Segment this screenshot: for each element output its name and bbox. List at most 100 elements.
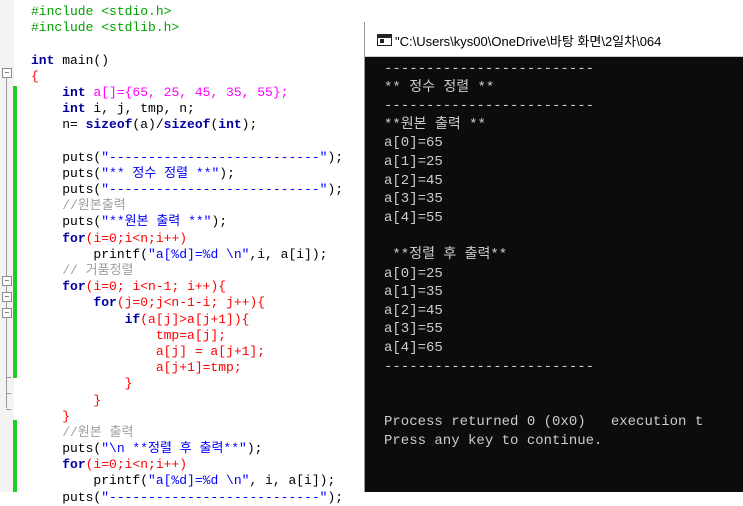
code-token: "a[%d]=%d \n": [148, 246, 250, 262]
console-line: -------------------------: [384, 98, 595, 115]
code-token: (j=0;j<n-1-i; j++){: [116, 295, 266, 311]
console-line: **원본 출력 **: [384, 116, 486, 133]
code-token: //원본 출력: [31, 424, 134, 440]
modified-lines-marker: [13, 86, 17, 378]
code-token: main(): [54, 52, 110, 68]
console-line: -------------------------: [384, 358, 595, 375]
console-line: a[2]=45: [384, 172, 443, 189]
code-line: //원본 출력: [31, 425, 343, 441]
console-app-icon: [377, 34, 392, 46]
console-line: **정렬 후 출력**: [384, 246, 508, 263]
code-token: //원본출력: [31, 198, 126, 214]
code-token: );: [241, 117, 258, 133]
code-line: puts("---------------------------");: [31, 182, 343, 198]
code-line: }: [31, 393, 343, 409]
console-titlebar[interactable]: "C:\Users\kys00\OneDrive\바탕 화면\2일차\064: [365, 22, 743, 57]
fold-collapse-icon[interactable]: −: [2, 276, 12, 286]
code-line: #include <stdlib.h>: [31, 20, 343, 36]
code-token: sizeof: [163, 117, 211, 133]
code-token: );: [327, 149, 344, 165]
code-token: }: [31, 376, 133, 392]
code-line: n= sizeof(a)/sizeof(int);: [31, 117, 343, 133]
console-line: ** 정수 정렬 **: [384, 79, 495, 96]
code-token: tmp=a[j];: [31, 327, 227, 343]
code-token: (a)/: [132, 117, 164, 133]
code-line: for(i=0; i<n-1; i++){: [31, 279, 343, 295]
code-token: "a[%d]=%d \n": [148, 473, 250, 489]
code-token: }: [31, 392, 102, 408]
code-line: printf("a[%d]=%d \n", i, a[i]);: [31, 473, 343, 489]
code-line: tmp=a[j];: [31, 328, 343, 344]
code-token: "\n **정렬 후 출력**": [101, 441, 247, 457]
fold-guide-line: [6, 78, 7, 408]
code-line: {: [31, 69, 343, 85]
code-token: n=: [31, 117, 86, 133]
console-line: a[3]=35: [384, 191, 443, 208]
code-token: "---------------------------": [101, 182, 328, 198]
console-window[interactable]: "C:\Users\kys00\OneDrive\바탕 화면\2일차\064 -…: [364, 22, 743, 492]
console-line: a[4]=55: [384, 209, 443, 226]
code-line: }: [31, 409, 343, 425]
code-line: int a[]={65, 25, 45, 35, 55};: [31, 85, 343, 101]
code-line: puts("** 정수 정렬 **");: [31, 166, 343, 182]
code-line: a[j+1]=tmp;: [31, 360, 343, 376]
code-token: int: [62, 101, 86, 117]
code-token: );: [211, 214, 228, 230]
code-token: {: [31, 68, 39, 84]
fold-end-tick: [6, 377, 11, 378]
console-line: -------------------------: [384, 61, 595, 77]
modified-lines-marker: [13, 420, 17, 492]
console-line: a[1]=35: [384, 284, 443, 301]
fold-collapse-icon[interactable]: −: [2, 292, 12, 302]
code-token: // 거품정렬: [31, 263, 134, 278]
console-line: a[2]=45: [384, 302, 443, 319]
console-line: Press any key to continue.: [384, 432, 603, 449]
code-line: for(i=0;i<n;i++): [31, 231, 343, 247]
code-token: for: [62, 457, 86, 473]
fold-collapse-icon[interactable]: −: [2, 308, 12, 318]
code-line: printf("a[%d]=%d \n",i, a[i]);: [31, 247, 343, 263]
code-token: puts(: [31, 182, 102, 198]
fold-end-tick: [6, 393, 11, 394]
code-token: i, j, tmp, n;: [85, 101, 195, 117]
code-token: (i=0;i<n;i++): [85, 230, 188, 246]
code-token: ,i, a[i]);: [249, 246, 328, 262]
code-token: (i=0;i<n;i++): [85, 457, 188, 473]
code-token: "---------------------------": [101, 149, 328, 165]
console-output: ------------------------- ** 정수 정렬 ** ----…: [384, 60, 703, 450]
code-token: );: [219, 165, 235, 181]
code-token: puts(: [31, 165, 102, 181]
fold-collapse-icon[interactable]: −: [2, 68, 12, 78]
code-token: sizeof: [85, 117, 133, 133]
code-line: }: [31, 376, 343, 392]
code-line: puts("---------------------------");: [31, 150, 343, 166]
code-token: int: [218, 117, 242, 133]
code-token: for: [62, 230, 86, 246]
code-line: //원본출력: [31, 198, 343, 214]
code-token: a[j+1]=tmp;: [31, 360, 242, 376]
code-line: // 거품정렬: [31, 263, 343, 279]
code-token: (i=0; i<n-1; i++){: [85, 279, 227, 295]
code-line: #include <stdio.h>: [31, 4, 343, 20]
code-token: for: [93, 295, 117, 311]
source-code[interactable]: #include <stdio.h> #include <stdlib.h> in…: [31, 4, 343, 506]
code-token: }: [31, 408, 71, 424]
code-token: int: [62, 84, 86, 100]
code-line: a[j] = a[j+1];: [31, 344, 343, 360]
console-line: a[4]=65: [384, 339, 443, 356]
console-line: a[0]=25: [384, 265, 443, 282]
code-token: (a[j]>a[j+1]){: [140, 311, 250, 327]
console-line: Process returned 0 (0x0) execution t: [384, 414, 704, 431]
code-token: );: [327, 182, 344, 198]
